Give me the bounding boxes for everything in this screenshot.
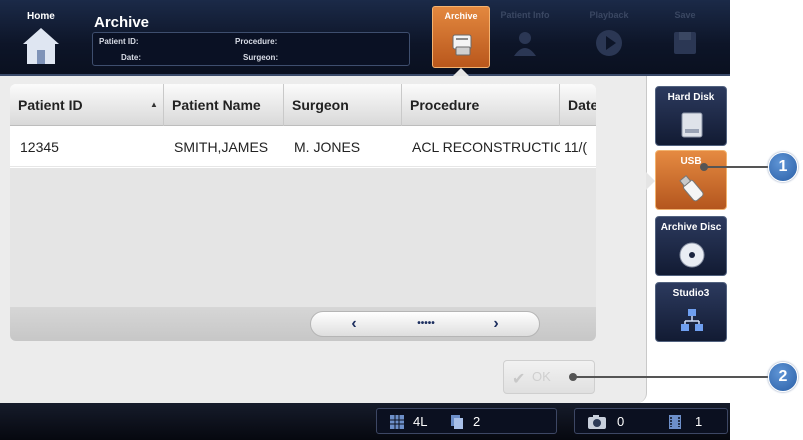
- hard-disk-label: Hard Disk: [667, 92, 715, 103]
- tab-archive-label: Archive: [444, 11, 478, 21]
- pager: ‹ ••••• ›: [310, 311, 540, 337]
- disc-icon: [679, 242, 705, 268]
- cell-date: 11/(: [564, 139, 588, 155]
- column-patient-name[interactable]: Patient Name: [164, 84, 284, 126]
- studio3-label: Studio3: [672, 288, 710, 299]
- table-row[interactable]: 12345 SMITH,JAMES M. JONES ACL RECONSTRU…: [10, 127, 596, 167]
- sort-ascending-icon: ▲: [150, 100, 158, 109]
- table-header: Patient ID ▲ Patient Name Surgeon Proced…: [10, 84, 596, 126]
- usb-icon: [679, 174, 704, 202]
- grid-layout-icon: [390, 415, 404, 429]
- tab-patient-info-label: Patient Info: [500, 10, 550, 20]
- cell-patient-name: SMITH,JAMES: [174, 139, 269, 155]
- studio3-button[interactable]: Studio3: [655, 282, 727, 342]
- home-label: Home: [27, 11, 55, 22]
- status-bar: 4L 2 0 1: [0, 403, 730, 440]
- column-label: Procedure: [410, 97, 480, 113]
- patient-table: Patient ID ▲ Patient Name Surgeon Proced…: [10, 84, 596, 331]
- active-tab-pointer: [453, 68, 469, 76]
- hard-disk-icon: [681, 112, 703, 138]
- column-label: Date: [568, 97, 596, 113]
- table-footer: ‹ ••••• ›: [10, 307, 596, 341]
- procedure-label: Procedure:: [235, 37, 278, 46]
- column-date[interactable]: Date: [560, 84, 596, 126]
- tab-archive[interactable]: Archive: [432, 6, 490, 68]
- tab-patient-info[interactable]: Patient Info: [496, 6, 554, 68]
- page-indicator: •••••: [417, 318, 435, 329]
- page-title: Archive: [94, 14, 150, 31]
- archive-screen: Home Archive Patient ID: Date: Procedure…: [0, 0, 803, 440]
- cell-patient-id: 12345: [20, 139, 59, 155]
- layout-value: 4L: [413, 414, 428, 429]
- surgeon-label: Surgeon:: [243, 53, 279, 62]
- videos-value: 1: [695, 414, 703, 429]
- media-status: 0 1: [574, 408, 728, 434]
- column-label: Patient Name: [172, 97, 261, 113]
- callout-1-line: [704, 166, 770, 168]
- callout-2: 2: [768, 362, 798, 392]
- pages-value: 2: [473, 414, 481, 429]
- column-patient-id[interactable]: Patient ID ▲: [10, 84, 164, 126]
- archive-panel: Patient ID ▲ Patient Name Surgeon Proced…: [0, 76, 647, 403]
- previous-page-button[interactable]: ‹: [341, 312, 367, 338]
- patient-id-label: Patient ID:: [99, 37, 139, 46]
- archive-disc-button[interactable]: Archive Disc: [655, 216, 727, 276]
- column-procedure[interactable]: Procedure: [402, 84, 560, 126]
- tab-save-label: Save: [674, 10, 696, 20]
- callout-1: 1: [768, 152, 798, 182]
- pages-icon: [451, 415, 463, 429]
- home-icon: [23, 28, 59, 64]
- usb-button[interactable]: USB: [655, 150, 727, 210]
- tab-playback[interactable]: Playback: [580, 6, 638, 68]
- callout-2-line: [573, 376, 769, 378]
- home-button[interactable]: Home: [0, 0, 78, 76]
- photos-value: 0: [617, 414, 625, 429]
- save-icon: [674, 32, 696, 54]
- film-icon: [669, 415, 681, 429]
- camera-icon: [588, 415, 606, 429]
- checkmark-icon: ✔: [512, 371, 526, 388]
- network-icon: [681, 309, 703, 331]
- hard-disk-button[interactable]: Hard Disk: [655, 86, 727, 146]
- patient-info-box: Patient ID: Date: Procedure: Surgeon:: [92, 32, 410, 66]
- archive-icon: [452, 34, 472, 56]
- column-surgeon[interactable]: Surgeon: [284, 84, 402, 126]
- play-icon: [596, 30, 622, 56]
- active-side-pointer: [646, 172, 655, 190]
- tab-save[interactable]: Save: [656, 6, 714, 68]
- layout-status: 4L 2: [376, 408, 557, 434]
- date-label: Date:: [121, 53, 142, 62]
- top-bar: Home Archive Patient ID: Date: Procedure…: [0, 0, 730, 76]
- next-page-button[interactable]: ›: [483, 312, 509, 338]
- patient-icon: [514, 32, 536, 56]
- column-label: Surgeon: [292, 97, 349, 113]
- tab-playback-label: Playback: [589, 10, 629, 20]
- column-label: Patient ID: [18, 97, 83, 113]
- ok-label: OK: [532, 369, 551, 384]
- cell-surgeon: M. JONES: [294, 139, 361, 155]
- archive-disc-label: Archive Disc: [660, 222, 722, 233]
- cell-procedure: ACL RECONSTRUCTION: [412, 139, 560, 155]
